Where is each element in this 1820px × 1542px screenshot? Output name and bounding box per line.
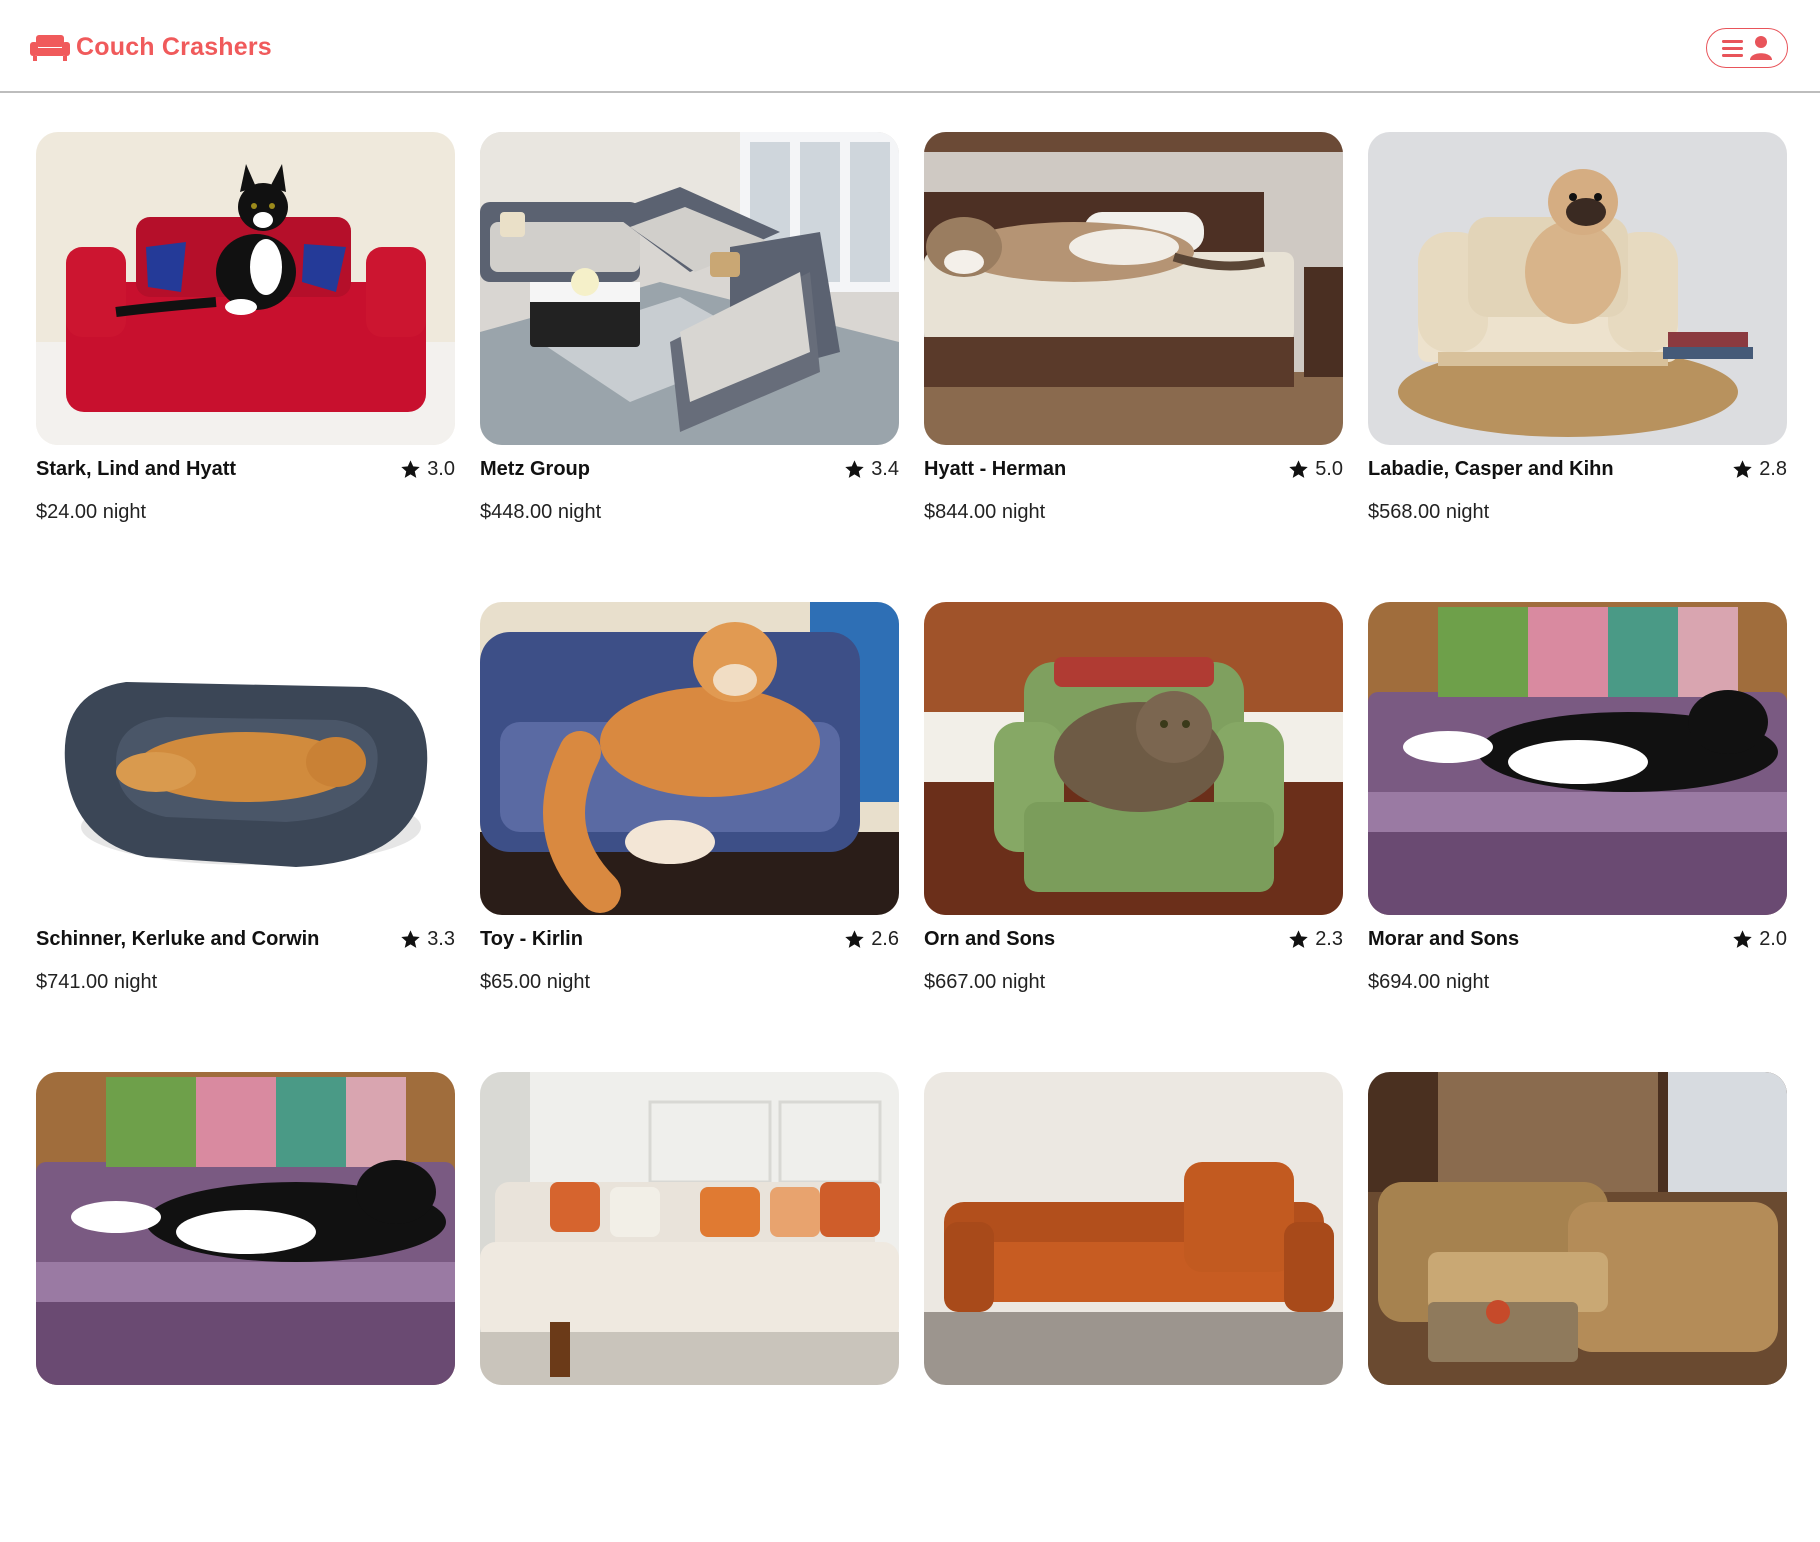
listing-title: Toy - Kirlin: [480, 927, 583, 950]
listing-title: Metz Group: [480, 457, 590, 480]
listing-price: $24.00 night: [36, 501, 147, 523]
listing-card[interactable]: Hyatt - Herman 5.0 $844.00 night: [924, 132, 1343, 602]
listing-card[interactable]: Orn and Sons 2.3 $667.00 night: [924, 602, 1343, 1072]
rating-value: 2.8: [1759, 457, 1787, 480]
rating-value: 3.0: [427, 457, 455, 480]
listing-image[interactable]: [924, 1072, 1343, 1385]
listing-card[interactable]: [1368, 1072, 1787, 1542]
listing-card[interactable]: [924, 1072, 1343, 1542]
listing-rating: 2.8: [1732, 458, 1787, 481]
listing-image[interactable]: [1368, 602, 1787, 915]
listing-rating: 5.0: [1288, 458, 1343, 481]
listing-rating: 3.4: [844, 458, 899, 481]
top-header: Couch Crashers: [0, 0, 1820, 93]
star-icon: [401, 929, 420, 948]
rating-value: 2.0: [1759, 927, 1787, 950]
listing-image[interactable]: [480, 1072, 899, 1385]
listing-rating: 3.0: [400, 458, 455, 481]
listing-title: Schinner, Kerluke and Corwin: [36, 927, 320, 950]
listing-card[interactable]: Toy - Kirlin 2.6 $65.00 night: [480, 602, 899, 1072]
listing-card[interactable]: Labadie, Casper and Kihn 2.8 $568.00 nig…: [1368, 132, 1787, 602]
listing-price: $65.00 night: [480, 971, 591, 993]
brand-logo-link[interactable]: Couch Crashers: [30, 32, 272, 62]
listing-image[interactable]: [36, 132, 455, 445]
listing-price: $667.00 night: [924, 971, 1046, 993]
listings-grid: Stark, Lind and Hyatt 3.0 $24.00 night M…: [36, 132, 1790, 1542]
listing-card[interactable]: Metz Group 3.4 $448.00 night: [480, 132, 899, 602]
rating-value: 3.3: [427, 927, 455, 950]
listing-price: $568.00 night: [1368, 501, 1490, 523]
listing-title: Hyatt - Herman: [924, 457, 1067, 480]
couch-icon: [30, 35, 70, 61]
star-icon: [845, 459, 864, 478]
hamburger-menu-icon: [1722, 40, 1743, 57]
listing-image[interactable]: [924, 132, 1343, 445]
listing-image[interactable]: [1368, 132, 1787, 445]
listing-price: $844.00 night: [924, 501, 1046, 523]
user-icon: [1750, 36, 1772, 60]
listing-image[interactable]: [36, 602, 455, 915]
listing-image[interactable]: [36, 1072, 455, 1385]
listing-title: Orn and Sons: [924, 927, 1056, 950]
listing-title: Morar and Sons: [1368, 927, 1520, 950]
listing-card[interactable]: Stark, Lind and Hyatt 3.0 $24.00 night: [36, 132, 455, 602]
listing-rating: 2.6: [844, 928, 899, 951]
listing-card[interactable]: [480, 1072, 899, 1542]
brand-name: Couch Crashers: [76, 32, 272, 61]
star-icon: [1289, 459, 1308, 478]
listing-price: $694.00 night: [1368, 971, 1490, 993]
rating-value: 5.0: [1315, 457, 1343, 480]
listing-price: $448.00 night: [480, 501, 602, 523]
star-icon: [401, 459, 420, 478]
listing-card[interactable]: [36, 1072, 455, 1542]
rating-value: 2.6: [871, 927, 899, 950]
rating-value: 2.3: [1315, 927, 1343, 950]
listing-card[interactable]: Schinner, Kerluke and Corwin 3.3 $741.00…: [36, 602, 455, 1072]
listing-image[interactable]: [1368, 1072, 1787, 1385]
star-icon: [1733, 929, 1752, 948]
listing-image[interactable]: [480, 132, 899, 445]
listing-price: $741.00 night: [36, 971, 158, 993]
user-menu-button[interactable]: [1706, 28, 1788, 68]
listing-rating: 2.3: [1288, 928, 1343, 951]
listing-card[interactable]: Morar and Sons 2.0 $694.00 night: [1368, 602, 1787, 1072]
listing-rating: 2.0: [1732, 928, 1787, 951]
listing-rating: 3.3: [400, 928, 455, 951]
star-icon: [1733, 459, 1752, 478]
listing-image[interactable]: [480, 602, 899, 915]
rating-value: 3.4: [871, 457, 899, 480]
listing-title: Labadie, Casper and Kihn: [1368, 457, 1614, 480]
listing-title: Stark, Lind and Hyatt: [36, 457, 237, 480]
star-icon: [1289, 929, 1308, 948]
star-icon: [845, 929, 864, 948]
listing-image[interactable]: [924, 602, 1343, 915]
